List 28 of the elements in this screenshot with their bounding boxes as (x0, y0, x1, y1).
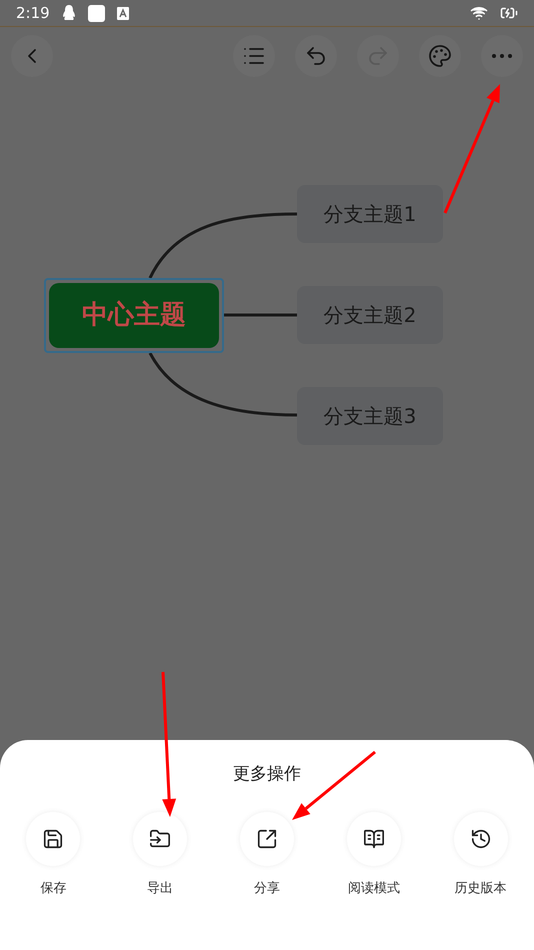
palette-icon (428, 44, 452, 68)
keyboard-icon (116, 6, 129, 20)
sheet-title: 更多操作 (233, 763, 301, 786)
clock: 2:19 (16, 2, 50, 24)
more-icon (492, 54, 512, 58)
action-label: 阅读模式 (348, 880, 400, 898)
history-icon (470, 828, 492, 850)
undo-icon (304, 44, 328, 68)
save-icon (42, 828, 64, 850)
penguin-icon (62, 5, 76, 21)
action-label: 保存 (40, 880, 66, 898)
toolbar-button[interactable] (419, 35, 461, 77)
folder-arrow-icon (149, 828, 172, 850)
book-icon (362, 828, 385, 850)
app-icon (88, 4, 105, 22)
branch-topic[interactable]: 分支主题3 (297, 387, 443, 445)
share-icon (256, 828, 278, 850)
wifi-icon (470, 4, 488, 22)
central-topic[interactable]: 中心主题 (44, 278, 224, 353)
toolbar-button[interactable] (295, 35, 337, 77)
toolbar-button[interactable] (233, 35, 275, 77)
branch-topic[interactable]: 分支主题2 (297, 286, 443, 344)
branch-topic[interactable]: 分支主题1 (297, 185, 443, 243)
action-label: 分享 (254, 880, 280, 898)
action-label: 导出 (147, 880, 174, 898)
toolbar-button[interactable] (481, 35, 523, 77)
action-label: 历史版本 (454, 880, 507, 898)
topic-text: 中心主题 (82, 299, 186, 332)
